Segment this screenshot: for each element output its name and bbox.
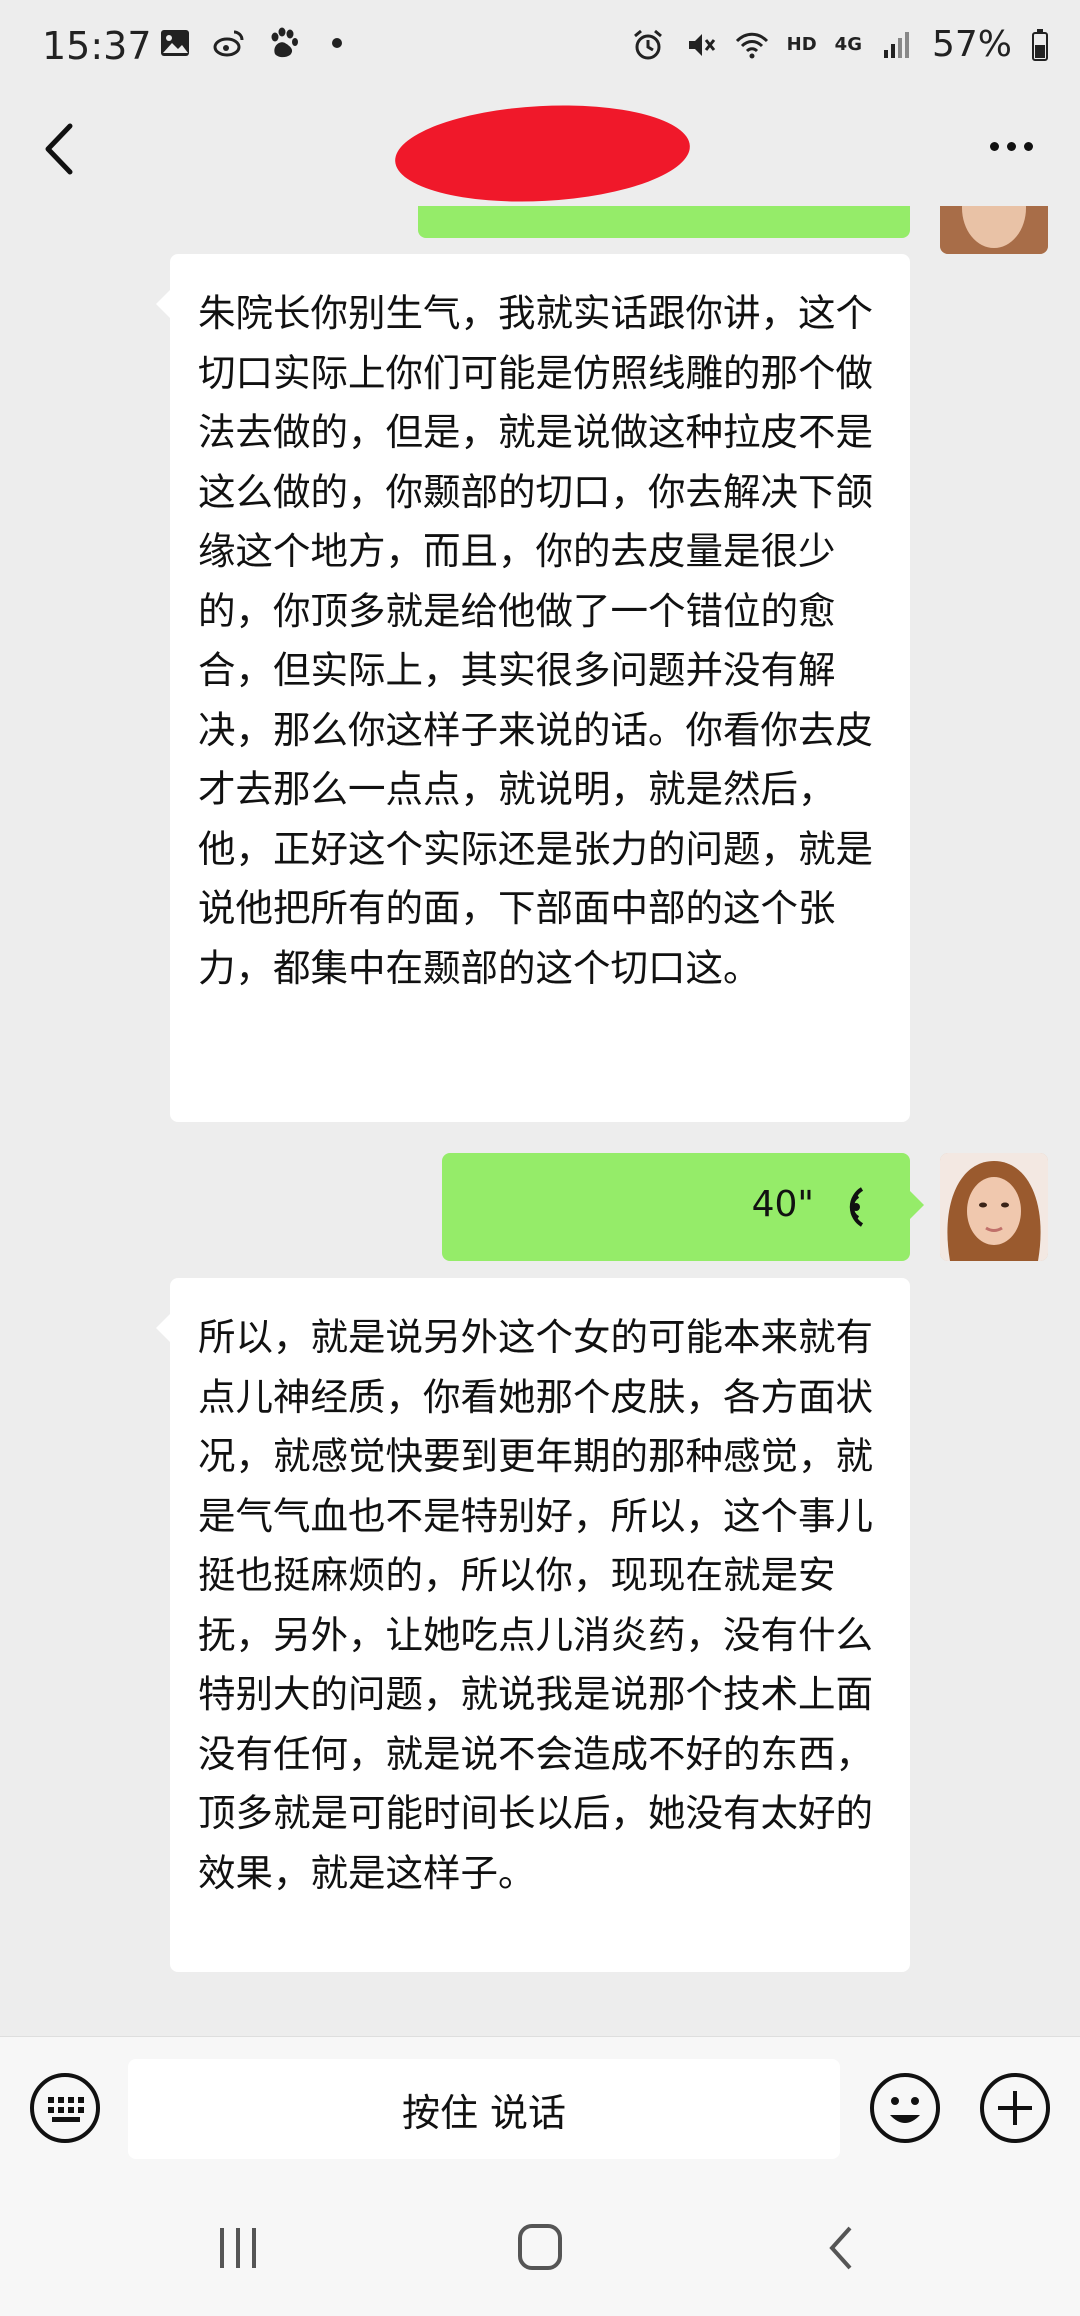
received-text-message[interactable]: 所以，就是说另外这个女的可能本来就有点儿神经质，你看她那个皮肤，各方面状况，就感… [156,1278,910,1972]
notification-icons [158,26,354,60]
home-icon[interactable] [510,2220,570,2276]
system-nav-bar [0,2176,1080,2316]
message-text: 朱院长你别生气，我就实话跟你讲，这个切口实际上你们可能是仿照线雕的那个做法去做的… [198,291,873,990]
alarm-icon [633,29,662,59]
emoji-icon[interactable] [868,2071,942,2145]
redacted-contact-name [392,98,693,209]
voice-wave-icon [849,1187,864,1227]
status-bar: 15:37 HD 4G 57% [0,0,1080,96]
input-bar: 按住 说话 [0,2036,1080,2177]
weibo-icon [213,30,244,57]
recent-apps-icon[interactable] [208,2220,268,2276]
nav-back-icon[interactable] [812,2220,872,2276]
keyboard-toggle-icon[interactable] [28,2071,102,2145]
voice-duration: 40" [751,1184,814,1225]
add-more-icon[interactable] [978,2071,1052,2145]
sent-voice-message[interactable]: 40" [442,1153,924,1261]
dot-icon [332,38,342,48]
previous-voice-bubble[interactable] [418,206,910,238]
battery-icon [1032,28,1048,61]
received-text-message[interactable]: 朱院长你别生气，我就实话跟你讲，这个切口实际上你们可能是仿照线雕的那个做法去做的… [156,254,910,1122]
system-icons: HD 4G 57% [631,24,1050,65]
hd-indicator: HD [786,34,817,55]
message-text: 所以，就是说另外这个女的可能本来就有点儿神经质，你看她那个皮肤，各方面状况，就感… [198,1315,873,1895]
sender-avatar[interactable] [940,1153,1048,1261]
status-time: 15:37 [42,24,152,68]
wifi-icon [735,32,768,58]
battery-percent: 57% [931,24,1012,65]
chat-header [0,96,1080,209]
hold-to-talk-button[interactable]: 按住 说话 [128,2059,840,2159]
baidu-paw-icon [271,27,298,58]
signal-icon [883,31,909,58]
gallery-icon [161,30,189,56]
message-list[interactable]: 朱院长你别生气，我就实话跟你讲，这个切口实际上你们可能是仿照线雕的那个做法去做的… [0,206,1080,2036]
network-4g-indicator: 4G [834,34,862,55]
sender-avatar-top [940,206,1048,254]
back-arrow-icon[interactable] [30,114,90,184]
more-options-icon[interactable] [976,116,1046,176]
mute-icon [688,33,715,56]
